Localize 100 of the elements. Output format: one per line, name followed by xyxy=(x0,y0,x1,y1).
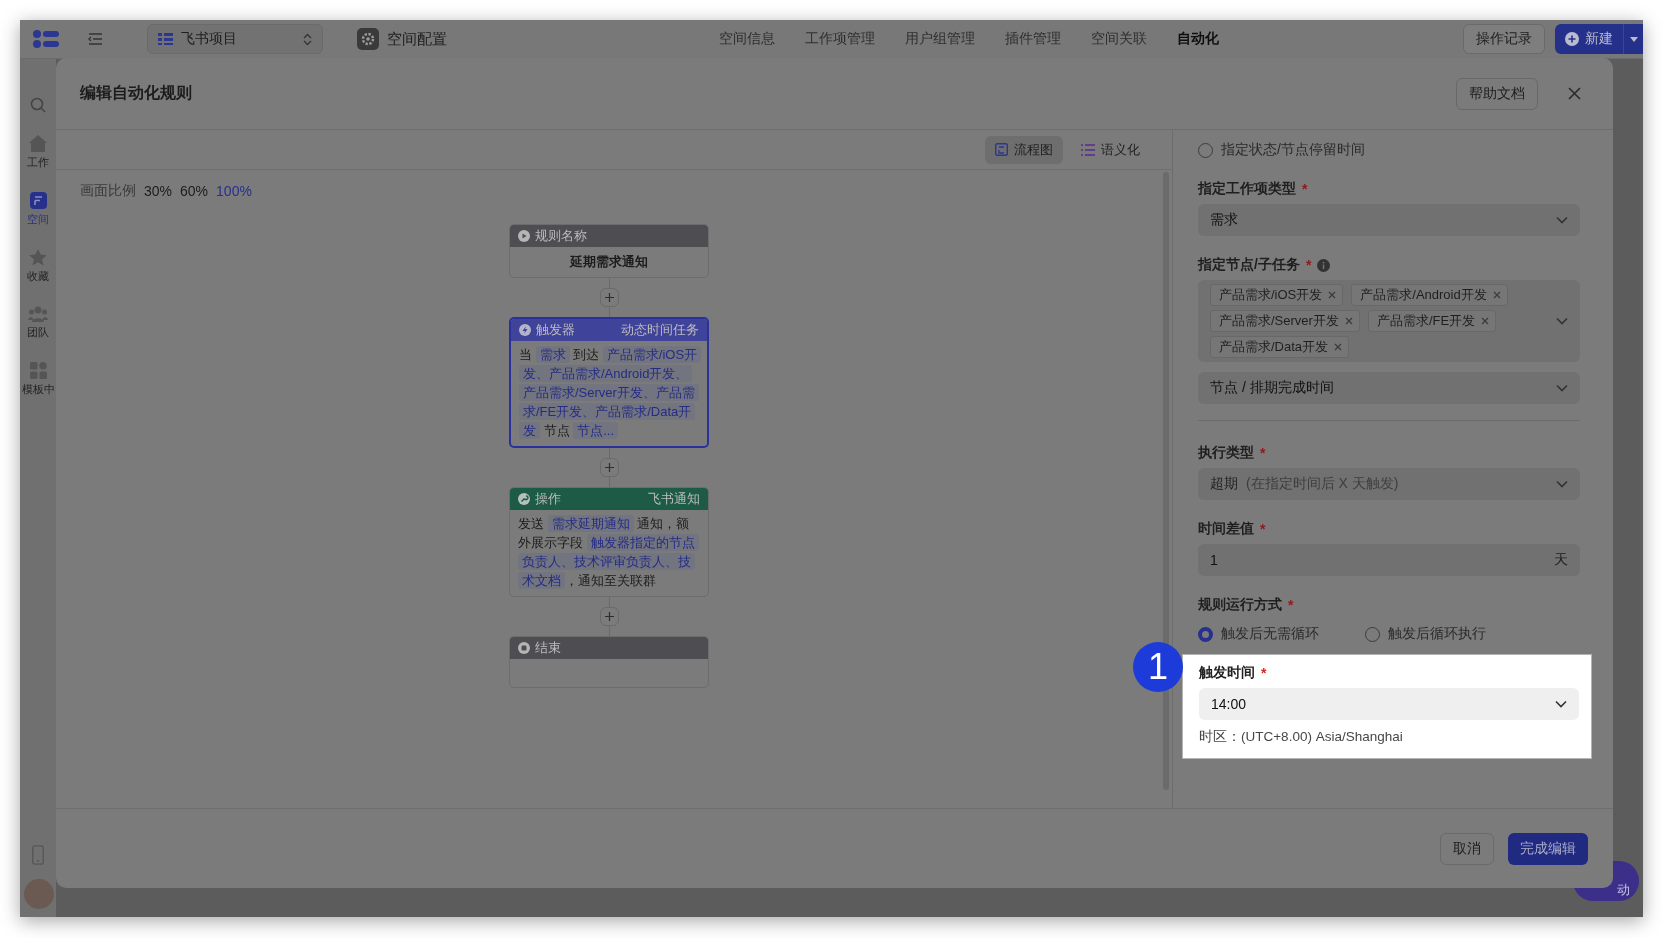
required-mark: * xyxy=(1305,257,1312,273)
cancel-button[interactable]: 取消 xyxy=(1440,832,1494,865)
node-tag[interactable]: 产品需求/Server开发 xyxy=(1210,310,1360,332)
close-icon[interactable] xyxy=(1568,87,1581,100)
sidebar-item[interactable]: 模板中 xyxy=(21,362,55,397)
grid-icon xyxy=(29,362,47,379)
page-title: 空间配置 xyxy=(387,29,447,49)
step-number-badge: 1 xyxy=(1133,642,1183,692)
close-icon[interactable] xyxy=(1334,343,1343,351)
settings-icon xyxy=(357,28,379,50)
zoom-label: 画面比例 xyxy=(80,182,136,200)
node-title: 操作 xyxy=(535,490,561,508)
chevron-down-icon xyxy=(1556,216,1568,224)
node-type-label: 飞书通知 xyxy=(648,490,700,508)
nav-tab[interactable]: 插件管理 xyxy=(1005,30,1061,48)
plus-icon xyxy=(604,612,614,621)
close-icon[interactable] xyxy=(1481,317,1490,325)
required-mark: * xyxy=(1261,665,1267,681)
flow-node[interactable]: 规则名称 延期需求通知 xyxy=(509,224,709,278)
add-step-button[interactable] xyxy=(599,458,619,477)
flow-node[interactable]: 结束 xyxy=(509,636,709,688)
node-tag[interactable]: 产品需求/iOS开发 xyxy=(1210,284,1344,306)
nav-tab[interactable]: 空间信息 xyxy=(719,30,775,48)
lightning-icon xyxy=(519,324,531,336)
nav-tab[interactable]: 工作项管理 xyxy=(805,30,875,48)
close-icon[interactable] xyxy=(1344,317,1353,325)
flow-node[interactable]: 触发器 动态时间任务 当 需求 到达 产品需求/iOS开发、产品需求/Android开发、产品需求/Server开发、产品需求/FE开发、产品需求/Data开发 节点 节点... xyxy=(509,317,709,448)
sidebar-item[interactable]: 团队 xyxy=(27,306,49,340)
work-item-type-select[interactable]: 需求 xyxy=(1198,204,1580,236)
plus-icon xyxy=(604,293,614,302)
field-label: 规则运行方式 xyxy=(1198,596,1282,614)
add-step-button[interactable] xyxy=(599,288,619,307)
add-step-button[interactable] xyxy=(599,607,619,626)
time-select[interactable]: 14:00 xyxy=(1199,688,1579,720)
flowchart-icon xyxy=(995,143,1008,156)
history-button[interactable]: 操作记录 xyxy=(1463,24,1545,54)
wrench-icon xyxy=(518,493,530,505)
required-mark: * xyxy=(1260,445,1266,461)
node-title: 结束 xyxy=(535,639,561,657)
field-label: 触发时间 xyxy=(1199,664,1255,682)
avatar[interactable] xyxy=(24,879,54,909)
flow-node[interactable]: 操作 飞书通知 发送 需求延期通知 通知，额外展示字段 触发器指定的节点负责人、技术评审负责人、技术文档 ，通知至关联群 xyxy=(509,487,709,597)
logo-icon[interactable] xyxy=(32,28,60,50)
node-title: 触发器 xyxy=(536,321,575,339)
view-tab[interactable]: 流程图 xyxy=(985,135,1063,164)
time-field-select[interactable]: 节点 / 排期完成时间 xyxy=(1198,372,1580,404)
confirm-button[interactable]: 完成编辑 xyxy=(1508,832,1588,865)
search-icon[interactable] xyxy=(30,97,46,113)
close-icon[interactable] xyxy=(1328,291,1337,299)
radio-circle[interactable] xyxy=(1198,626,1213,642)
node-tag[interactable]: 产品需求/FE开发 xyxy=(1367,310,1497,332)
new-dropdown-button[interactable] xyxy=(1623,24,1643,54)
people-icon xyxy=(28,306,48,322)
rule-name-text: 延期需求通知 xyxy=(568,253,649,271)
chevron-down-icon xyxy=(1556,384,1568,392)
sidebar-item[interactable]: 工作 xyxy=(27,135,49,170)
sidebar-toggle-icon[interactable] xyxy=(88,33,103,45)
caret-icon xyxy=(1629,36,1638,42)
timezone-text: 时区：(UTC+8.00) Asia/Shanghai xyxy=(1199,728,1404,746)
nav-tab[interactable]: 用户组管理 xyxy=(905,30,975,48)
updown-caret-icon xyxy=(303,32,312,46)
required-mark: * xyxy=(1260,521,1266,537)
sidebar-item[interactable]: 收藏 xyxy=(27,249,49,284)
field-label: 指定工作项类型 xyxy=(1198,180,1296,198)
node-tag[interactable]: 产品需求/Android开发 xyxy=(1351,284,1508,306)
node-multi-select[interactable]: 产品需求/iOS开发 产品需求/Android开发 产品需求/Server开发 产品需求/FE开发 产品需求/Data开发 xyxy=(1198,280,1580,362)
dialog-title: 编辑自动化规则 xyxy=(80,83,193,103)
zoom-option[interactable]: 30% xyxy=(144,183,173,199)
run-mode-radio[interactable]: 触发后无需循环 xyxy=(1198,624,1319,644)
app-square-icon xyxy=(29,192,47,209)
phone-icon[interactable] xyxy=(32,845,44,865)
time-diff-input[interactable]: 1 天 xyxy=(1198,544,1580,576)
node-tag[interactable]: 产品需求/Data开发 xyxy=(1210,336,1350,358)
zoom-option[interactable]: 60% xyxy=(180,183,209,199)
required-mark: * xyxy=(1302,181,1308,197)
chevron-down-icon xyxy=(1556,480,1568,488)
nav-tab[interactable]: 空间关联 xyxy=(1091,30,1147,48)
field-label: 时间差值 xyxy=(1198,520,1254,538)
space-selector[interactable]: 飞书项目 xyxy=(147,24,323,54)
node-title: 规则名称 xyxy=(535,227,587,245)
star-icon xyxy=(29,249,47,266)
play-icon xyxy=(518,230,530,242)
field-label: 执行类型 xyxy=(1198,444,1254,462)
stay-time-radio[interactable]: 指定状态/节点停留时间 xyxy=(1198,140,1580,160)
nav-tab[interactable]: 自动化 xyxy=(1177,30,1219,48)
list-icon xyxy=(158,33,173,45)
list-icon xyxy=(1081,143,1095,156)
run-mode-radio[interactable]: 触发后循环执行 xyxy=(1365,624,1486,644)
plus-icon xyxy=(604,463,614,472)
sidebar-item[interactable]: 空间 xyxy=(27,192,49,227)
home-icon xyxy=(29,135,47,152)
view-tab[interactable]: 语义化 xyxy=(1071,135,1150,164)
plus-circle-icon xyxy=(1565,32,1579,46)
unit-label: 天 xyxy=(1554,551,1568,569)
close-icon[interactable] xyxy=(1492,291,1501,299)
zoom-option[interactable]: 100% xyxy=(216,183,252,199)
chevron-down-icon xyxy=(1555,700,1567,708)
help-docs-button[interactable]: 帮助文档 xyxy=(1456,77,1538,110)
chevron-down-icon xyxy=(1556,317,1568,325)
new-button[interactable]: 新建 xyxy=(1555,24,1623,54)
